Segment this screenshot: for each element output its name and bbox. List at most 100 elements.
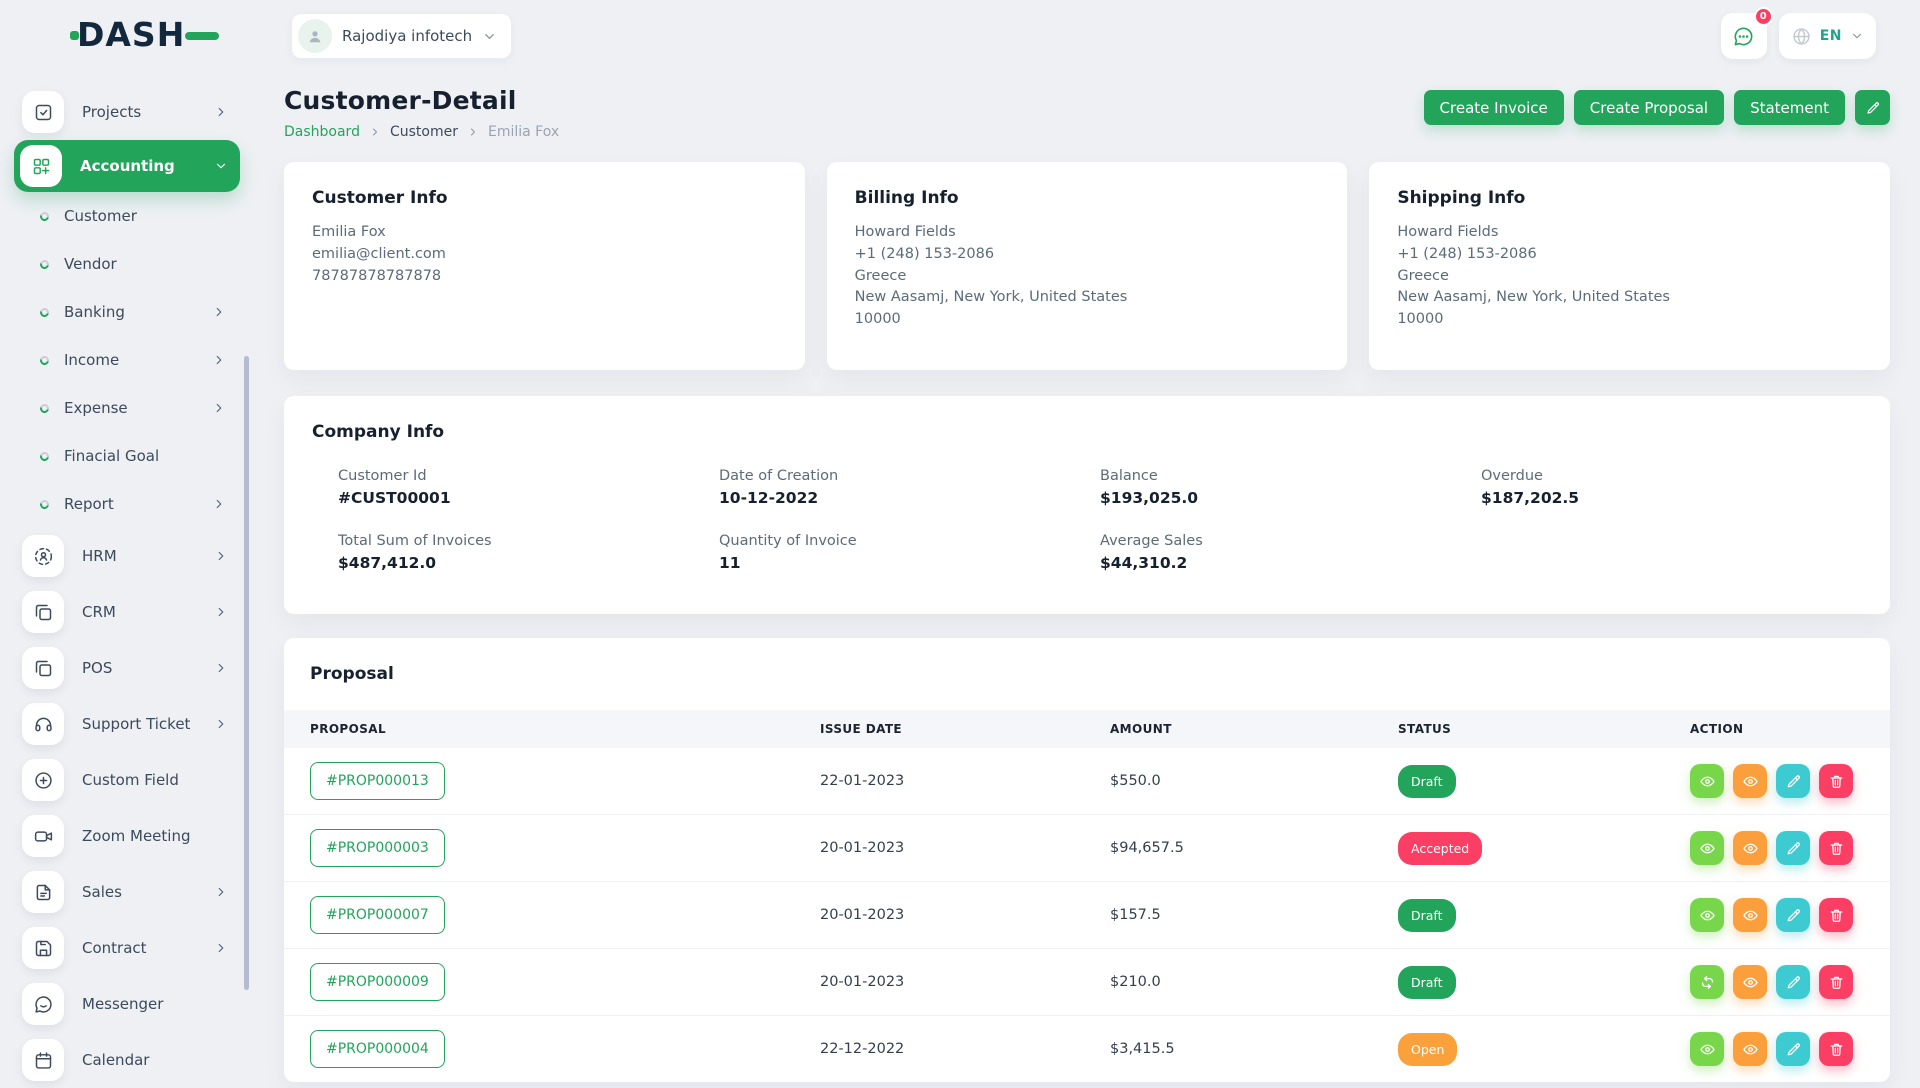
headphones-icon: [33, 714, 54, 735]
sidebar-item-label: Report: [64, 495, 114, 513]
brand-name: DASH: [77, 18, 185, 51]
sidebar-item-accounting[interactable]: Accounting: [14, 140, 240, 192]
row-actions: [1690, 1032, 1890, 1066]
chevron-down-icon: [214, 159, 228, 173]
preview-action-button[interactable]: [1733, 965, 1767, 999]
icon-box: [22, 927, 64, 969]
delete-action-button[interactable]: [1819, 965, 1853, 999]
workspace-name: Rajodiya infotech: [342, 27, 472, 45]
logo-accent-dot: [70, 31, 79, 40]
status-badge: Draft: [1398, 899, 1456, 932]
edit-action-button[interactable]: [1776, 898, 1810, 932]
stat-value: $44,310.2: [1100, 554, 1481, 572]
info-line: +1 (248) 153-2086: [855, 244, 1320, 266]
stat-quantity-of-invoice: Quantity of Invoice11: [719, 533, 1100, 572]
sidebar-item-messenger[interactable]: Messenger: [14, 976, 240, 1032]
pencil-icon: [1865, 100, 1881, 116]
edit-action-button[interactable]: [1776, 1032, 1810, 1066]
delete-action-button[interactable]: [1819, 1032, 1853, 1066]
proposal-id-link[interactable]: #PROP000007: [310, 896, 445, 934]
proposal-id-link[interactable]: #PROP000003: [310, 829, 445, 867]
sidebar-item-report[interactable]: Report: [14, 480, 240, 528]
statement-button[interactable]: Statement: [1734, 90, 1845, 125]
eye-icon: [1742, 773, 1759, 790]
sidebar-item-vendor[interactable]: Vendor: [14, 240, 240, 288]
sidebar-item-label: Vendor: [64, 255, 117, 273]
sidebar-item-zoom-meeting[interactable]: Zoom Meeting: [14, 808, 240, 864]
stat-average-sales: Average Sales$44,310.2: [1100, 533, 1481, 572]
stat-value: 10-12-2022: [719, 489, 1100, 507]
eye-icon: [1699, 907, 1716, 924]
sidebar-item-banking[interactable]: Banking: [14, 288, 240, 336]
proposal-id-link[interactable]: #PROP000013: [310, 762, 445, 800]
sidebar-item-finacial-goal[interactable]: Finacial Goal: [14, 432, 240, 480]
create-invoice-button[interactable]: Create Invoice: [1424, 90, 1564, 125]
convert-action-button[interactable]: [1690, 965, 1724, 999]
proposal-id-link[interactable]: #PROP000009: [310, 963, 445, 1001]
preview-action-button[interactable]: [1733, 831, 1767, 865]
sidebar-item-hrm[interactable]: HRM: [14, 528, 240, 584]
sidebar-item-support-ticket[interactable]: Support Ticket: [14, 696, 240, 752]
topbar: DASH Rajodiya infotech 0 EN: [0, 0, 1920, 72]
create-proposal-button[interactable]: Create Proposal: [1574, 90, 1724, 125]
page-header: Customer-Detail Dashboard Customer Emili…: [284, 86, 1890, 140]
preview-action-button[interactable]: [1733, 898, 1767, 932]
shipping-info-card: Shipping InfoHoward Fields+1 (248) 153-2…: [1369, 162, 1890, 370]
eye-icon: [1742, 1041, 1759, 1058]
pencil-icon: [1785, 974, 1802, 991]
brand-logo[interactable]: DASH: [70, 18, 219, 51]
view-action-button[interactable]: [1690, 831, 1724, 865]
ring-icon: [38, 306, 50, 318]
icon-box: [22, 871, 64, 913]
sidebar-item-label: Messenger: [82, 995, 163, 1013]
delete-action-button[interactable]: [1819, 831, 1853, 865]
preview-action-button[interactable]: [1733, 1032, 1767, 1066]
sidebar-item-pos[interactable]: POS: [14, 640, 240, 696]
chevron-down-icon: [1850, 29, 1864, 43]
row-actions: [1690, 898, 1890, 932]
edit-customer-button[interactable]: [1855, 90, 1890, 125]
stat-value: $193,025.0: [1100, 489, 1481, 507]
proposal-title: Proposal: [284, 664, 1890, 684]
company-info-card: Company Info Customer Id#CUST00001Date o…: [284, 396, 1890, 614]
view-action-button[interactable]: [1690, 1032, 1724, 1066]
breadcrumb-customer[interactable]: Customer: [390, 124, 458, 140]
shipping-info-title: Shipping Info: [1397, 188, 1862, 208]
sidebar-scrollbar[interactable]: [244, 356, 249, 990]
breadcrumb-dashboard[interactable]: Dashboard: [284, 124, 360, 140]
language-selector[interactable]: EN: [1779, 13, 1876, 59]
delete-action-button[interactable]: [1819, 764, 1853, 798]
stat-value: $487,412.0: [338, 554, 719, 572]
sidebar-item-projects[interactable]: Projects: [14, 84, 240, 140]
edit-action-button[interactable]: [1776, 965, 1810, 999]
sidebar-item-contract[interactable]: Contract: [14, 920, 240, 976]
sidebar-item-crm[interactable]: CRM: [14, 584, 240, 640]
edit-action-button[interactable]: [1776, 764, 1810, 798]
stat-overdue: Overdue$187,202.5: [1481, 468, 1862, 507]
edit-action-button[interactable]: [1776, 831, 1810, 865]
sidebar-item-sales[interactable]: Sales: [14, 864, 240, 920]
issue-date-cell: 22-01-2023: [820, 748, 1110, 815]
messages-button[interactable]: 0: [1721, 13, 1767, 59]
preview-action-button[interactable]: [1733, 764, 1767, 798]
icon-box: [20, 145, 62, 187]
breadcrumb: Dashboard Customer Emilia Fox: [284, 124, 559, 140]
chevron-right-icon: [212, 305, 226, 319]
info-line: New Aasamj, New York, United States: [855, 287, 1320, 309]
sidebar-item-custom-field[interactable]: Custom Field: [14, 752, 240, 808]
stat-total-sum-of-invoices: Total Sum of Invoices$487,412.0: [338, 533, 719, 572]
stat-value: #CUST00001: [338, 489, 719, 507]
proposal-id-link[interactable]: #PROP000004: [310, 1030, 445, 1068]
view-action-button[interactable]: [1690, 898, 1724, 932]
workspace-switcher[interactable]: Rajodiya infotech: [291, 13, 512, 59]
amount-cell: $157.5: [1110, 882, 1398, 949]
sidebar-item-customer[interactable]: Customer: [14, 192, 240, 240]
chevron-right-icon: [214, 105, 228, 119]
eye-icon: [1699, 1041, 1716, 1058]
stat-label: Overdue: [1481, 468, 1862, 484]
sidebar-item-expense[interactable]: Expense: [14, 384, 240, 432]
view-action-button[interactable]: [1690, 764, 1724, 798]
delete-action-button[interactable]: [1819, 898, 1853, 932]
sidebar-item-income[interactable]: Income: [14, 336, 240, 384]
billing-info-card: Billing InfoHoward Fields+1 (248) 153-20…: [827, 162, 1348, 370]
